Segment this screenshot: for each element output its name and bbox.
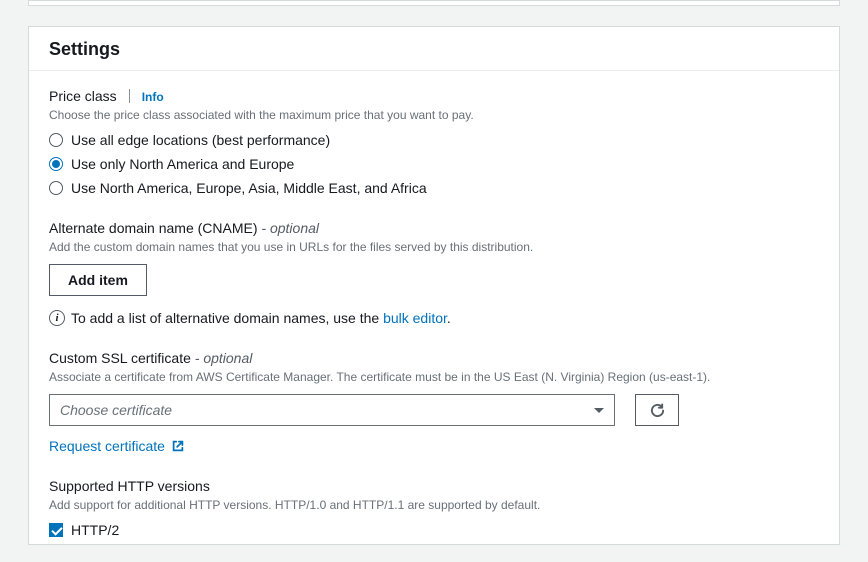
http2-label: HTTP/2 — [71, 522, 119, 538]
radio-icon — [49, 157, 63, 171]
add-item-button[interactable]: Add item — [49, 264, 147, 296]
http-versions-hint: Add support for additional HTTP versions… — [49, 496, 819, 514]
price-class-label: Price class — [49, 88, 117, 104]
radio-label: Use only North America and Europe — [71, 156, 294, 172]
radio-icon — [49, 133, 63, 147]
ssl-hint: Associate a certificate from AWS Certifi… — [49, 368, 819, 386]
radio-label: Use all edge locations (best performance… — [71, 132, 330, 148]
price-class-hint: Choose the price class associated with t… — [49, 106, 819, 124]
refresh-button[interactable] — [635, 394, 679, 426]
ssl-label: Custom SSL certificate - optional — [49, 350, 252, 366]
optional-tag: - optional — [261, 220, 319, 236]
radio-na-eu[interactable]: Use only North America and Europe — [49, 156, 819, 172]
info-icon: i — [49, 310, 65, 326]
radio-all-edge[interactable]: Use all edge locations (best performance… — [49, 132, 819, 148]
http-versions-label: Supported HTTP versions — [49, 478, 210, 494]
cname-hint: Add the custom domain names that you use… — [49, 238, 819, 256]
bulk-editor-link[interactable]: bulk editor — [383, 310, 447, 326]
price-class-info-link[interactable]: Info — [142, 90, 164, 104]
chevron-down-icon — [594, 408, 604, 413]
radio-na-eu-asia[interactable]: Use North America, Europe, Asia, Middle … — [49, 180, 819, 196]
page-title: Settings — [49, 39, 819, 60]
external-link-icon — [171, 439, 185, 453]
price-class-group: Price class Info Choose the price class … — [49, 87, 819, 196]
settings-panel: Settings Price class Info Choose the pri… — [28, 26, 840, 545]
http2-checkbox-option[interactable]: HTTP/2 — [49, 522, 819, 538]
refresh-icon — [650, 403, 665, 418]
separator — [129, 89, 130, 103]
price-class-radio-group: Use all edge locations (best performance… — [49, 132, 819, 196]
radio-label: Use North America, Europe, Asia, Middle … — [71, 180, 427, 196]
request-certificate-link[interactable]: Request certificate — [49, 438, 185, 454]
cname-label: Alternate domain name (CNAME) - optional — [49, 220, 319, 236]
settings-header: Settings — [29, 27, 839, 70]
certificate-select[interactable]: Choose certificate — [49, 394, 615, 426]
previous-panel-edge — [28, 0, 840, 6]
certificate-placeholder: Choose certificate — [60, 402, 172, 418]
bulk-editor-hint: i To add a list of alternative domain na… — [49, 310, 819, 326]
cname-group: Alternate domain name (CNAME) - optional… — [49, 220, 819, 326]
optional-tag: - optional — [195, 350, 253, 366]
radio-icon — [49, 181, 63, 195]
checkbox-checked-icon — [49, 523, 63, 537]
ssl-group: Custom SSL certificate - optional Associ… — [49, 350, 819, 454]
http-versions-group: Supported HTTP versions Add support for … — [49, 478, 819, 538]
